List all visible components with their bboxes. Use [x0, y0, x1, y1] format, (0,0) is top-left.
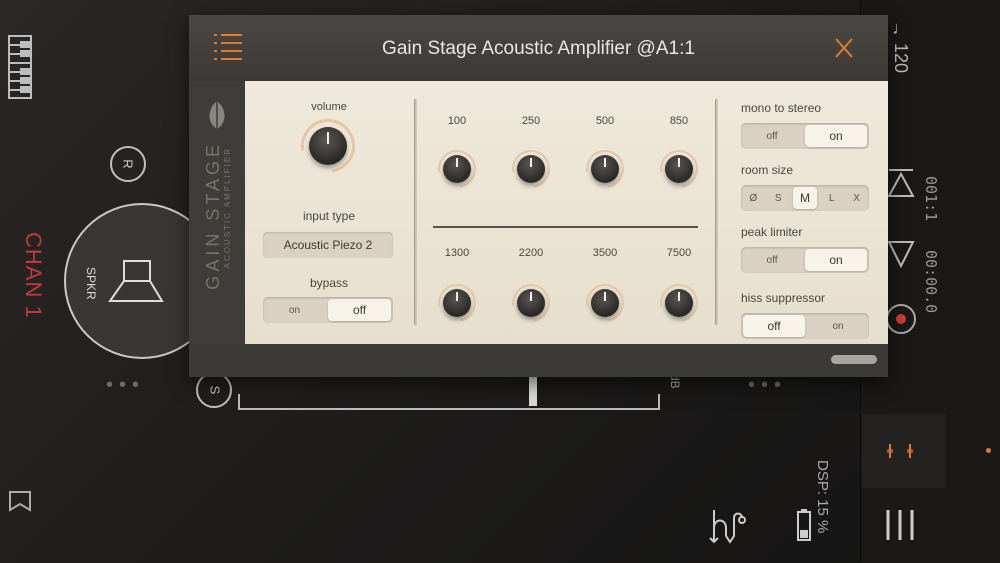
mixer-toggle-button[interactable]: [862, 414, 946, 488]
room-size-option-m[interactable]: M: [792, 187, 818, 209]
eq-2200-knob[interactable]: [504, 276, 558, 330]
eq-3500-label: 3500: [592, 247, 618, 259]
room-size-option-none[interactable]: Ø: [741, 185, 766, 211]
leaf-logo-icon: [209, 101, 225, 129]
volume-knob[interactable]: [290, 108, 366, 184]
record-arm-label: R: [120, 159, 136, 169]
brand-sidebar: GAIN STAGE ACOUSTIC AMPLIFIER: [189, 81, 245, 344]
control-panel: volume input type Acoustic Piezo 2 bypas…: [245, 81, 888, 344]
volume-label: volume: [311, 101, 347, 113]
eq-100-knob[interactable]: [430, 142, 484, 196]
room-size-selector[interactable]: Ø S M L X: [741, 185, 869, 211]
bypass-label: bypass: [309, 276, 349, 290]
bookmark-icon[interactable]: [8, 490, 32, 512]
peak-limiter-toggle[interactable]: off on: [741, 247, 869, 273]
brand-subtitle: ACOUSTIC AMPLIFIER: [223, 147, 232, 269]
eq-850-knob[interactable]: [652, 142, 706, 196]
record-dot-icon: [896, 314, 906, 324]
time-position: 00:00.0: [922, 250, 940, 314]
tempo-display[interactable]: ♩ 120: [890, 18, 911, 73]
resize-handle[interactable]: [831, 355, 877, 364]
mono-to-stereo-label: mono to stereo: [741, 101, 822, 115]
input-type-select[interactable]: Acoustic Piezo 2: [263, 232, 393, 258]
mono-off-option[interactable]: off: [741, 123, 803, 149]
volume-knob-cap: [309, 127, 347, 165]
close-icon[interactable]: [834, 37, 854, 59]
page-indicator-dot: [986, 448, 991, 453]
plugin-window: Gain Stage Acoustic Amplifier @A1:1 GAIN…: [189, 15, 888, 377]
eq-500-label: 500: [595, 115, 615, 127]
eq-1300-label: 1300: [444, 247, 470, 259]
limiter-on-option[interactable]: on: [805, 249, 867, 271]
hiss-suppressor-toggle[interactable]: off on: [741, 313, 869, 339]
divider-left: [414, 99, 417, 325]
record-button[interactable]: [886, 304, 916, 334]
speaker-label: SPKR: [84, 267, 98, 300]
eq-7500-label: 7500: [666, 247, 692, 259]
solo-button[interactable]: S: [196, 372, 232, 408]
eq-divider-line: [433, 226, 698, 228]
solo-label: S: [206, 385, 222, 395]
eq-1300-knob[interactable]: [430, 276, 484, 330]
eq-850-label: 850: [669, 115, 689, 127]
eq-250-label: 250: [521, 115, 541, 127]
mono-to-stereo-toggle[interactable]: off on: [741, 123, 869, 149]
channel-more-dots[interactable]: •••: [106, 374, 145, 397]
room-size-option-x[interactable]: X: [844, 185, 869, 211]
room-size-option-s[interactable]: S: [766, 185, 791, 211]
room-size-label: room size: [741, 163, 794, 177]
pan-slider[interactable]: [238, 394, 660, 410]
bypass-on-option[interactable]: on: [263, 297, 326, 323]
pan-slider-handle[interactable]: [529, 374, 537, 406]
divider-right: [715, 99, 718, 325]
bypass-off-option[interactable]: off: [328, 299, 391, 321]
room-size-option-l[interactable]: L: [819, 185, 844, 211]
eq-500-knob[interactable]: [578, 142, 632, 196]
dsp-usage: DSP: 15 %: [814, 460, 831, 534]
eq-3500-knob[interactable]: [578, 276, 632, 330]
hiss-on-option[interactable]: on: [807, 313, 869, 339]
input-type-label: input type: [302, 209, 356, 223]
eq-2200-label: 2200: [518, 247, 544, 259]
routing-icon[interactable]: [708, 508, 746, 544]
eq-250-knob[interactable]: [504, 142, 558, 196]
brand-name: GAIN STAGE: [203, 141, 223, 290]
plugin-footer: [189, 344, 888, 377]
eq-100-label: 100: [447, 115, 467, 127]
battery-icon: [797, 509, 811, 541]
limiter-off-option[interactable]: off: [741, 247, 803, 273]
record-arm-button[interactable]: R: [110, 146, 146, 182]
fx-more-dots[interactable]: •••: [748, 374, 787, 397]
bar-position: 001:1: [922, 176, 940, 222]
menu-bars-icon[interactable]: [884, 508, 916, 542]
mixer-icon: [887, 444, 913, 458]
play-icon[interactable]: [886, 238, 916, 272]
channel-label: CHAN 1: [21, 232, 46, 319]
mono-on-option[interactable]: on: [805, 125, 867, 147]
plugin-title: Gain Stage Acoustic Amplifier @A1:1: [382, 38, 695, 59]
peak-limiter-label: peak limiter: [741, 225, 803, 239]
eq-7500-knob[interactable]: [652, 276, 706, 330]
speaker-icon: [108, 260, 164, 302]
keyboard-icon[interactable]: [8, 35, 32, 99]
hiss-off-option[interactable]: off: [743, 315, 805, 337]
hiss-suppressor-label: hiss suppressor: [741, 291, 826, 305]
rewind-icon[interactable]: [886, 166, 916, 202]
bypass-toggle[interactable]: on off: [263, 297, 393, 323]
